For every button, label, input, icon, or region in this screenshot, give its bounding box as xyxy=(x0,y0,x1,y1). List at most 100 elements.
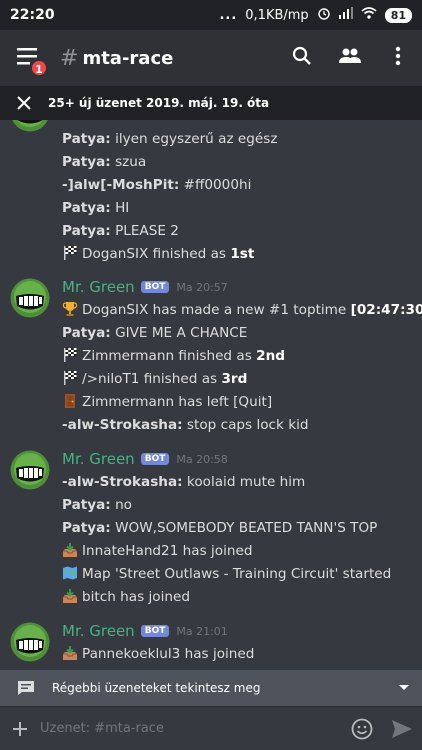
message-text: HI xyxy=(110,200,130,216)
older-messages-bar[interactable]: Régebbi üzeneteket tekintesz meg xyxy=(0,670,422,706)
message-line: Patya: PLEASE 2 xyxy=(62,220,179,242)
bot-tag: BOT xyxy=(140,453,170,465)
message-text: InnateHand21 has joined xyxy=(82,543,253,559)
network-speed: 0,1KB/mp xyxy=(245,7,309,23)
inbox-tray-icon xyxy=(62,542,78,558)
message-line: Map 'Street Outlaws - Training Circuit' … xyxy=(62,563,391,585)
message-composer xyxy=(0,706,422,750)
message-text: DoganSIX has made a new #1 toptime xyxy=(82,302,351,318)
door-icon xyxy=(62,393,78,409)
send-icon[interactable] xyxy=(382,719,422,739)
username[interactable]: Patya: xyxy=(62,131,111,147)
bot-tag: BOT xyxy=(140,625,170,637)
author-name[interactable]: Mr. Green xyxy=(62,278,135,296)
message-text: ilyen egyszerű az egész xyxy=(110,131,278,147)
search-icon xyxy=(292,46,312,70)
new-messages-bar[interactable]: 25+ új üzenet 2019. máj. 19. óta xyxy=(0,86,422,120)
status-time: 22:20 xyxy=(10,7,55,23)
username[interactable]: Patya: xyxy=(62,325,111,341)
username[interactable]: -]alw[-MoshPit: xyxy=(62,177,179,193)
username[interactable]: Patya: xyxy=(62,497,111,513)
overflow-menu-button[interactable] xyxy=(374,30,422,86)
username[interactable]: -alw-Strokasha: xyxy=(62,474,183,490)
message-text: Pannekoeklul3 has joined xyxy=(82,646,255,662)
username[interactable]: Patya: xyxy=(62,520,111,536)
message-text: />niloT1 finished as xyxy=(82,371,222,387)
message-line: Pannekoeklul3 has joined xyxy=(62,643,254,665)
channel-header: 1 # mta-race xyxy=(0,30,422,86)
close-icon[interactable] xyxy=(0,96,48,110)
checkered-flag-icon xyxy=(62,347,78,363)
message-input[interactable] xyxy=(40,721,342,736)
message-line: Patya: HI xyxy=(62,197,129,219)
message-line: Patya: ilyen egyszerű az egész xyxy=(62,128,277,150)
message-line: Zimmermann has left [Quit] xyxy=(62,391,272,413)
message-text: Map 'Street Outlaws - Training Circuit' … xyxy=(82,566,392,582)
message-list[interactable]: Patya: ilyen egyszerű az egész Patya: sz… xyxy=(0,120,422,670)
new-messages-text: 25+ új üzenet 2019. máj. 19. óta xyxy=(48,96,270,110)
message-line: Patya: GIVE ME A CHANCE xyxy=(62,322,247,344)
message-line: -alw-Strokasha: koolaid mute him xyxy=(62,471,305,493)
author-name[interactable]: Mr. Green xyxy=(62,622,135,640)
older-messages-text: Régebbi üzeneteket tekintesz meg xyxy=(52,681,261,695)
message-text: Zimmermann has left [Quit] xyxy=(82,394,273,410)
search-button[interactable] xyxy=(278,30,326,86)
username[interactable]: Patya: xyxy=(62,154,111,170)
bot-tag: BOT xyxy=(140,281,170,293)
channel-hash: # xyxy=(60,45,79,71)
avatar[interactable] xyxy=(10,278,50,318)
message-text: szua xyxy=(110,154,147,170)
status-bar: 22:20 ... 0,1KB/mp 81 xyxy=(0,0,422,30)
bold-text: 1st xyxy=(230,246,255,262)
message-text: PLEASE 2 xyxy=(110,223,179,239)
checkered-flag-icon xyxy=(62,245,78,261)
bold-text: [02:47:301] xyxy=(350,302,422,318)
author-name[interactable]: Mr. Green xyxy=(62,450,135,468)
message-text: WOW,SOMEBODY BEATED TANN'S TOP xyxy=(110,520,378,536)
message-timestamp: Ma 20:58 xyxy=(176,452,228,466)
add-attachment-icon[interactable] xyxy=(0,721,40,737)
menu-button[interactable]: 1 xyxy=(0,30,56,86)
message-timestamp: Ma 21:01 xyxy=(176,624,228,638)
username[interactable]: -alw-Strokasha: xyxy=(62,417,183,433)
avatar[interactable] xyxy=(10,622,50,662)
inbox-tray-icon xyxy=(62,645,78,661)
message-line: InnateHand21 has joined xyxy=(62,540,253,562)
checkered-flag-icon xyxy=(62,370,78,386)
avatar[interactable] xyxy=(10,450,50,490)
members-button[interactable] xyxy=(326,30,374,86)
bold-text: 2nd xyxy=(256,348,285,364)
trophy-icon xyxy=(62,301,78,317)
signal-icon xyxy=(338,7,353,23)
message-text: koolaid mute him xyxy=(182,474,306,490)
message-line: Zimmermann finished as 2nd xyxy=(62,345,285,367)
message-text: DoganSIX finished as xyxy=(82,246,231,262)
emoji-icon[interactable] xyxy=(342,718,382,740)
more-vertical-icon xyxy=(395,46,401,70)
message-line: Patya: WOW,SOMEBODY BEATED TANN'S TOP xyxy=(62,517,377,539)
unread-badge: 1 xyxy=(30,59,48,77)
people-icon xyxy=(338,48,362,68)
avatar[interactable] xyxy=(10,120,50,132)
username[interactable]: Patya: xyxy=(62,200,111,216)
message-text: bitch has joined xyxy=(82,589,190,605)
message-text: no xyxy=(110,497,133,513)
world-map-icon xyxy=(62,565,78,581)
wifi-icon xyxy=(361,7,377,23)
bold-text: 3rd xyxy=(221,371,248,387)
chat-bubble-icon xyxy=(0,680,52,696)
message-line: Patya: no xyxy=(62,494,132,516)
message-text: #ff0000hi xyxy=(179,177,252,193)
message-text: Zimmermann finished as xyxy=(82,348,257,364)
message-line: />niloT1 finished as 3rd xyxy=(62,368,247,390)
message-line: DoganSIX finished as 1st xyxy=(62,243,254,265)
username[interactable]: Patya: xyxy=(62,223,111,239)
alarm-icon xyxy=(317,6,331,24)
notification-dots: ... xyxy=(219,7,238,23)
message-line: Patya: szua xyxy=(62,151,146,173)
message-text: stop caps lock kid xyxy=(182,417,309,433)
message-text: GIVE ME A CHANCE xyxy=(110,325,248,341)
battery-indicator: 81 xyxy=(384,7,412,23)
message-line: -alw-Strokasha: stop caps lock kid xyxy=(62,414,308,436)
chevron-down-icon[interactable] xyxy=(386,684,422,692)
